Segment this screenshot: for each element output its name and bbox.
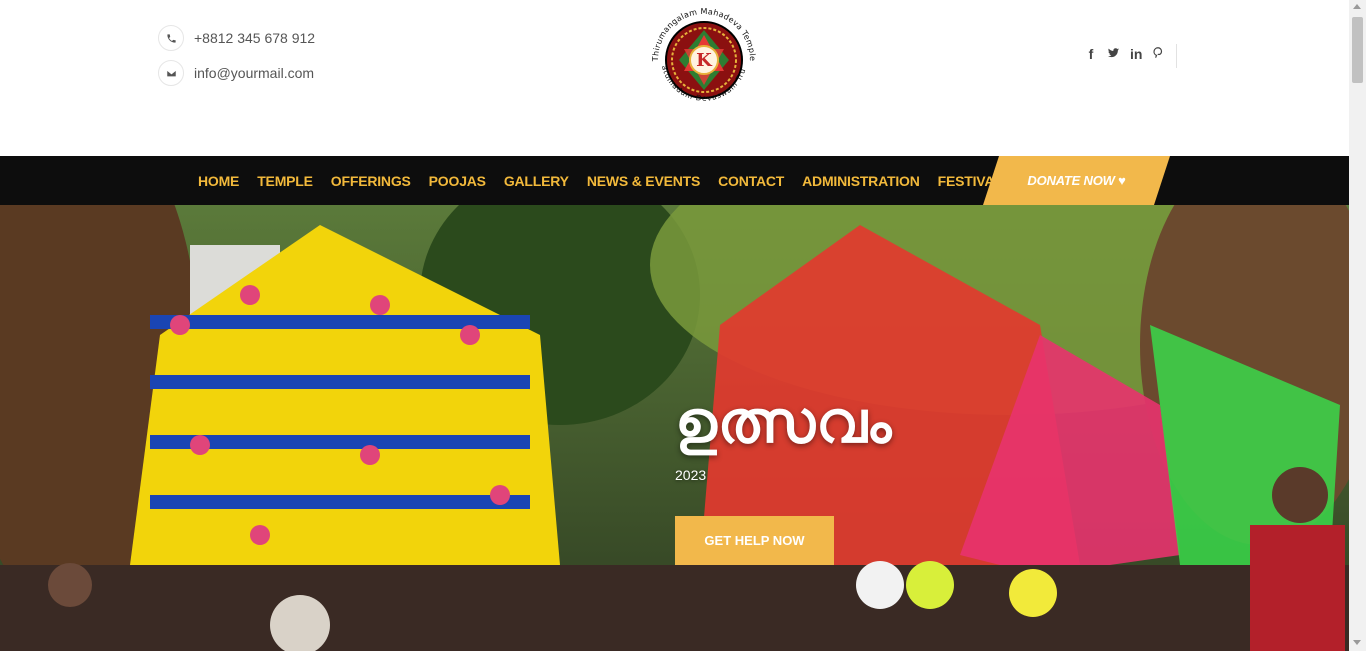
hero-banner: ഉത്സവം 2023 GET HELP NOW [0,205,1349,651]
social-divider [1176,44,1177,68]
hero-title: ഉത്സവം [675,388,893,456]
scroll-down-arrow-icon[interactable] [1353,640,1361,645]
nav-contact[interactable]: CONTACT [718,173,784,189]
nav-gallery[interactable]: GALLERY [504,173,569,189]
nav-temple[interactable]: TEMPLE [257,173,313,189]
facebook-icon[interactable]: f [1085,46,1097,62]
social-links: f in [1085,46,1164,62]
donate-label[interactable]: DONATE NOW ♥ [983,156,1170,205]
nav-menu: HOME TEMPLE OFFERINGS POOJAS GALLERY NEW… [198,156,1012,205]
nav-administration[interactable]: ADMINISTRATION [802,173,920,189]
scroll-up-arrow-icon[interactable] [1353,4,1361,9]
email-contact[interactable]: info@yourmail.com [158,60,314,86]
nav-poojas[interactable]: POOJAS [429,173,486,189]
email-address[interactable]: info@yourmail.com [194,65,314,81]
temple-logo[interactable]: K Thirumangalam Mahadeva Temple Katumada… [641,0,764,115]
page: +8812 345 678 912 info@yourmail.com K Th… [0,0,1366,651]
top-header: +8812 345 678 912 info@yourmail.com K Th… [0,0,1349,156]
scrollbar-thumb[interactable] [1352,17,1363,83]
phone-contact[interactable]: +8812 345 678 912 [158,25,315,51]
nav-home[interactable]: HOME [198,173,239,189]
donate-now-button[interactable]: DONATE NOW ♥ [983,156,1170,205]
linkedin-icon[interactable]: in [1130,46,1142,62]
phone-number[interactable]: +8812 345 678 912 [194,30,315,46]
hero-year: 2023 [675,467,707,483]
pinterest-icon[interactable] [1152,46,1164,62]
vertical-scrollbar[interactable] [1349,0,1366,651]
envelope-icon [158,60,184,86]
get-help-now-button[interactable]: GET HELP NOW [675,516,834,565]
nav-offerings[interactable]: OFFERINGS [331,173,411,189]
nav-news-events[interactable]: NEWS & EVENTS [587,173,701,189]
twitter-icon[interactable] [1107,46,1120,62]
phone-icon [158,25,184,51]
logo-letter: K [696,50,713,71]
